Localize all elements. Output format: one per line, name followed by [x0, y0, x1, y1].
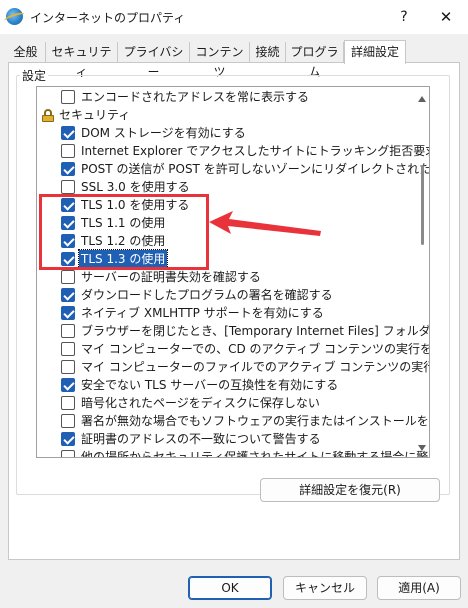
- setting-checkbox[interactable]: [61, 306, 75, 320]
- annotation-arrow-icon: [209, 211, 321, 236]
- tab-connections[interactable]: 接続: [250, 42, 286, 62]
- setting-checkbox[interactable]: [61, 144, 75, 158]
- setting-label: マイ コンピューターでの、CD のアクティブ コンテンツの実行を許可する: [81, 342, 430, 356]
- setting-checkbox[interactable]: [61, 414, 75, 428]
- setting-item[interactable]: マイ コンピューターでの、CD のアクティブ コンテンツの実行を許可する: [37, 340, 430, 358]
- setting-checkbox[interactable]: [61, 324, 75, 338]
- title-bar: インターネットのプロパティ ? ✕: [0, 0, 468, 34]
- scroll-up-arrow-icon[interactable]: [418, 96, 426, 102]
- setting-label: 暗号化されたページをディスクに保存しない: [81, 396, 320, 410]
- setting-label: 署名が無効な場合でもソフトウェアの実行またはインストールを許可する: [81, 414, 429, 428]
- setting-checkbox[interactable]: [61, 180, 75, 194]
- setting-checkbox[interactable]: [61, 342, 75, 356]
- setting-label: ダウンロードしたプログラムの署名を確認する: [81, 288, 333, 302]
- setting-item[interactable]: DOM ストレージを有効にする: [37, 124, 429, 142]
- setting-label: マイ コンピューターのファイルでのアクティブ コンテンツの実行を許可する: [81, 360, 429, 374]
- setting-checkbox[interactable]: [61, 450, 75, 457]
- setting-checkbox[interactable]: [61, 90, 75, 104]
- setting-checkbox[interactable]: [61, 288, 75, 302]
- setting-label: ネイティブ XMLHTTP サポートを有効にする: [81, 306, 324, 320]
- setting-label: 他の場所からセキュリティ保護されたサイトに移動する場合に警告する: [81, 450, 430, 458]
- setting-label: エンコードされたアドレスを常に表示する: [81, 90, 310, 104]
- settings-group-label: 設定: [20, 67, 49, 84]
- scroll-down-arrow-icon[interactable]: [418, 445, 426, 451]
- annotation-highlight-box: [39, 194, 209, 270]
- apply-button[interactable]: 適用(A): [377, 576, 461, 600]
- setting-checkbox[interactable]: [61, 432, 75, 446]
- setting-item[interactable]: 暗号化されたページをディスクに保存しない: [37, 394, 429, 412]
- setting-checkbox[interactable]: [61, 360, 75, 374]
- setting-item[interactable]: 安全でない TLS サーバーの互換性を有効にする: [37, 376, 429, 394]
- setting-label: ブラウザーを閉じたとき、[Temporary Internet Files] フ…: [81, 324, 430, 338]
- setting-item[interactable]: ブラウザーを閉じたとき、[Temporary Internet Files] フ…: [37, 322, 430, 340]
- tab-content[interactable]: コンテンツ: [190, 42, 250, 79]
- tab-general[interactable]: 全般: [6, 42, 46, 62]
- setting-checkbox[interactable]: [61, 270, 75, 284]
- setting-checkbox[interactable]: [61, 162, 75, 176]
- setting-item[interactable]: マイ コンピューターのファイルでのアクティブ コンテンツの実行を許可する: [37, 358, 429, 376]
- setting-item[interactable]: 他の場所からセキュリティ保護されたサイトに移動する場合に警告する: [37, 448, 430, 458]
- help-button[interactable]: ?: [392, 4, 416, 30]
- tab-privacy[interactable]: プライバシー: [118, 42, 190, 79]
- close-button[interactable]: ✕: [430, 4, 462, 30]
- setting-item[interactable]: ダウンロードしたプログラムの署名を確認する: [37, 286, 429, 304]
- setting-label: セキュリティ: [59, 108, 131, 122]
- tab-programs[interactable]: プログラム: [286, 42, 344, 79]
- setting-item[interactable]: Internet Explorer でアクセスしたサイトにトラッキング拒否要求を…: [37, 142, 429, 160]
- settings-category: セキュリティ: [37, 106, 429, 124]
- setting-item[interactable]: サーバーの証明書失効を確認する: [37, 268, 429, 286]
- lock-icon: [42, 109, 54, 122]
- restore-advanced-settings-button[interactable]: 詳細設定を復元(R): [260, 478, 440, 502]
- setting-checkbox[interactable]: [61, 396, 75, 410]
- tab-security[interactable]: セキュリティ: [46, 42, 118, 79]
- setting-item[interactable]: ネイティブ XMLHTTP サポートを有効にする: [37, 304, 429, 322]
- setting-label: サーバーの証明書失効を確認する: [81, 270, 261, 284]
- internet-globe-icon: [6, 8, 23, 25]
- setting-item[interactable]: 署名が無効な場合でもソフトウェアの実行またはインストールを許可する: [37, 412, 429, 430]
- setting-item[interactable]: POST の送信が POST を許可しないゾーンにリダイレクトされた場合に警告: [37, 160, 430, 178]
- setting-label: 証明書のアドレスの不一致について警告する: [81, 432, 321, 446]
- ok-button[interactable]: OK: [188, 576, 272, 600]
- setting-item[interactable]: エンコードされたアドレスを常に表示する: [37, 88, 429, 106]
- setting-label: 安全でない TLS サーバーの互換性を有効にする: [81, 378, 339, 392]
- cancel-button[interactable]: キャンセル: [283, 576, 367, 600]
- window-title: インターネットのプロパティ: [30, 11, 186, 25]
- scrollbar-thumb[interactable]: [421, 165, 424, 245]
- setting-label: DOM ストレージを有効にする: [81, 126, 246, 140]
- setting-checkbox[interactable]: [61, 378, 75, 392]
- setting-checkbox[interactable]: [61, 126, 75, 140]
- setting-label: Internet Explorer でアクセスしたサイトにトラッキング拒否要求を…: [81, 144, 429, 158]
- setting-item[interactable]: 証明書のアドレスの不一致について警告する: [37, 430, 429, 448]
- tab-advanced[interactable]: 詳細設定: [344, 40, 406, 64]
- setting-label: POST の送信が POST を許可しないゾーンにリダイレクトされた場合に警告: [81, 162, 430, 176]
- settings-list[interactable]: エンコードされたアドレスを常に表示するセキュリティ DOM ストレージを有効にする…: [36, 86, 430, 458]
